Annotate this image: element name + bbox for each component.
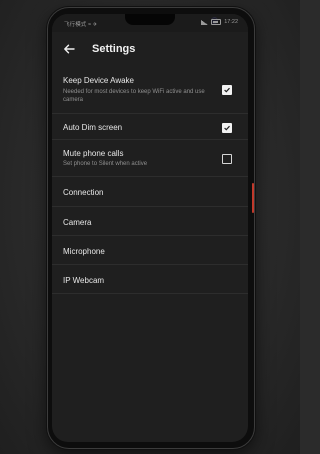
setting-auto-dim-screen[interactable]: Auto Dim screen <box>52 114 248 140</box>
app-toolbar: Settings <box>52 36 248 66</box>
settings-list: Keep Device Awake Needed for most device… <box>52 74 248 294</box>
auto-dim-checkbox[interactable] <box>222 123 232 133</box>
menu-item-connection[interactable]: Connection <box>52 177 248 207</box>
status-bar: 飞行模式 ≈ ✈ 17:22 <box>52 14 248 32</box>
camera-notch <box>125 14 234 25</box>
setting-subtitle: Needed for most devices to keep WiFi act… <box>63 89 205 103</box>
menu-item-label: IP Webcam <box>63 276 105 285</box>
battery-icon <box>211 19 222 25</box>
phone-screen: 飞行模式 ≈ ✈ 17:22 Settings Keep Device Awak… <box>52 14 248 442</box>
menu-item-label: Camera <box>63 218 92 227</box>
menu-item-label: Microphone <box>63 247 105 256</box>
status-time: 17:22 <box>224 19 238 25</box>
mute-calls-checkbox[interactable] <box>222 154 232 164</box>
setting-label: Keep Device Awake <box>63 76 135 85</box>
menu-item-label: Connection <box>63 188 104 197</box>
menu-item-ip-webcam[interactable]: IP Webcam <box>52 265 248 294</box>
setting-mute-phone-calls[interactable]: Mute phone calls Set phone to Silent whe… <box>52 140 248 177</box>
status-left-text: 飞行模式 ≈ ✈ <box>64 22 98 28</box>
status-right: 17:22 <box>201 19 238 25</box>
setting-label: Auto Dim screen <box>63 123 123 132</box>
menu-item-microphone[interactable]: Microphone <box>52 236 248 265</box>
phone-side-button <box>252 183 254 213</box>
keep-awake-checkbox[interactable] <box>222 85 232 95</box>
setting-subtitle: Set phone to Silent when active <box>63 161 148 167</box>
signal-icon <box>201 19 209 25</box>
arrow-left-icon[interactable] <box>62 42 76 56</box>
setting-keep-device-awake[interactable]: Keep Device Awake Needed for most device… <box>52 74 248 114</box>
setting-label: Mute phone calls <box>63 149 124 158</box>
page-title: Settings <box>92 43 136 55</box>
menu-item-camera[interactable]: Camera <box>52 207 248 236</box>
scene-background: 飞行模式 ≈ ✈ 17:22 Settings Keep Device Awak… <box>0 0 300 454</box>
